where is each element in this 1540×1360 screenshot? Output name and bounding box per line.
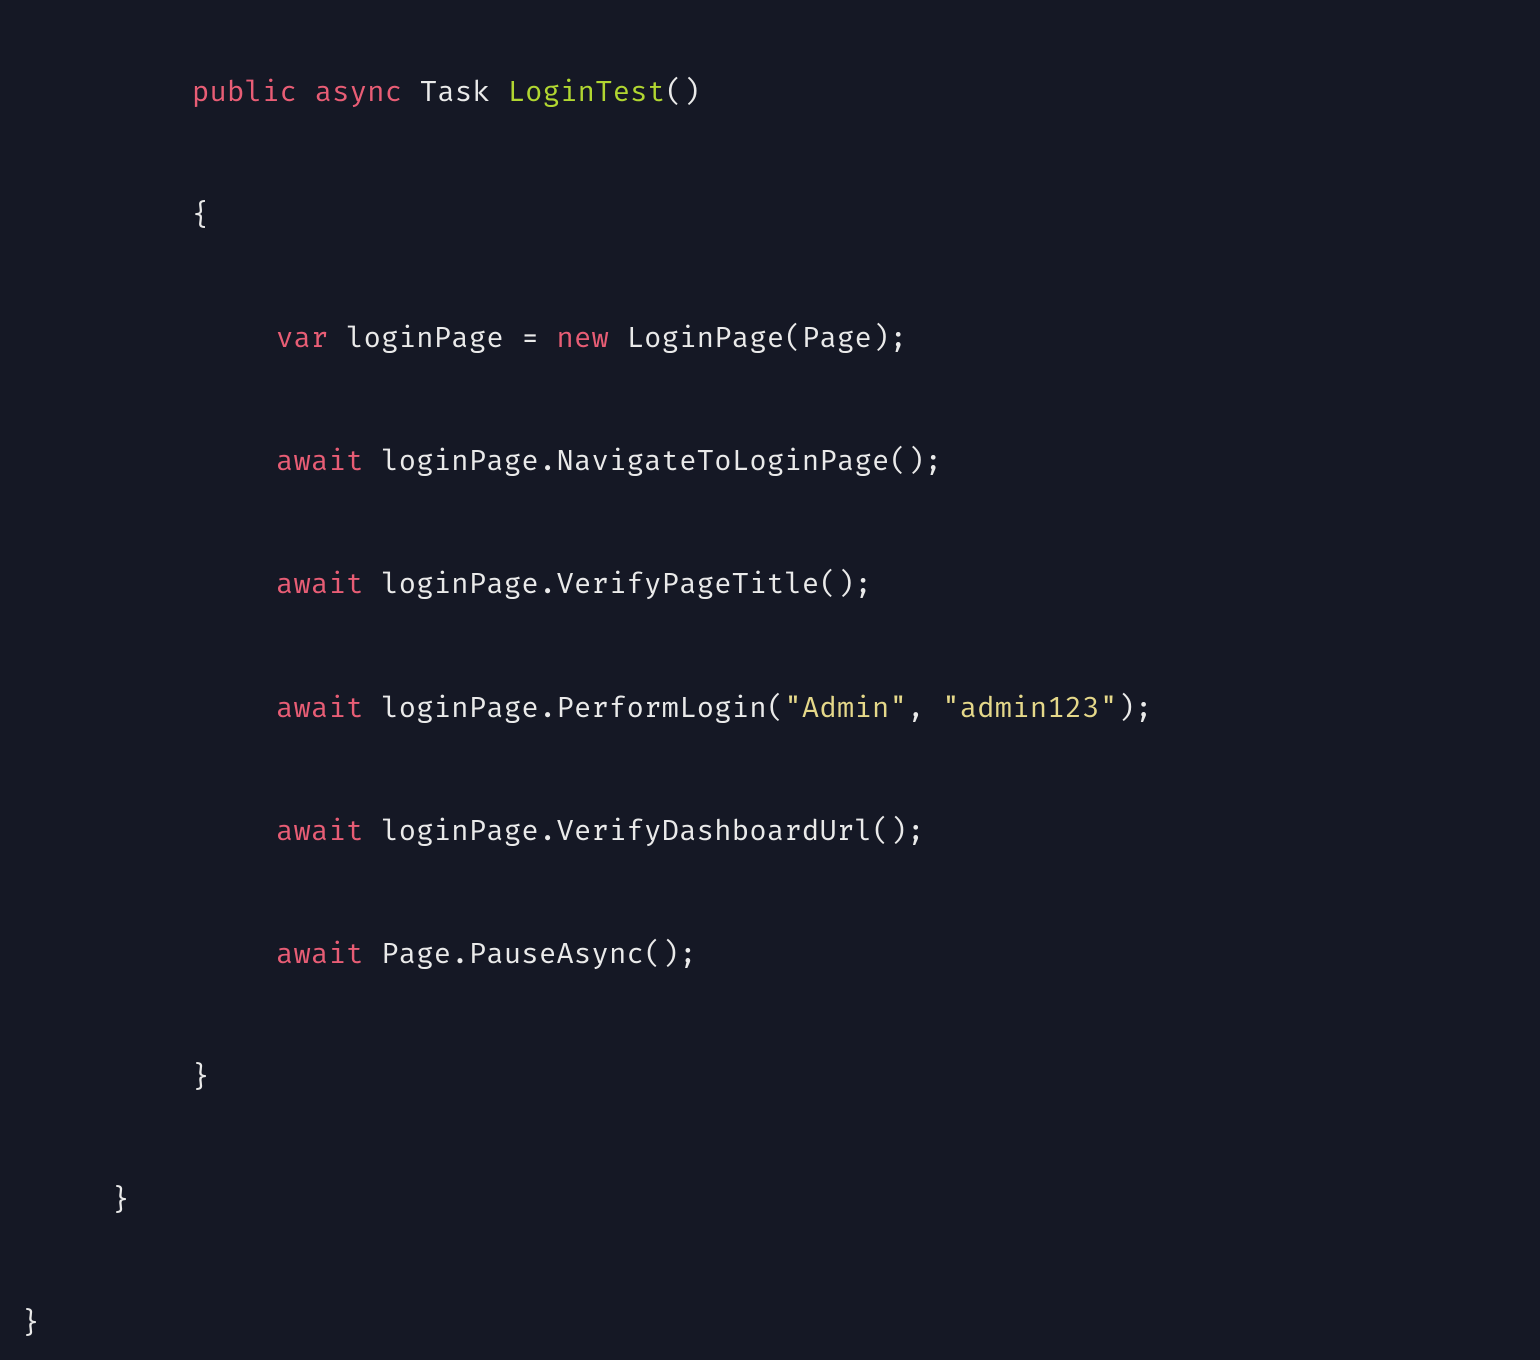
code-line: var loginPage = new LoginPage(Page); (0, 308, 1540, 370)
string-literal: "Admin" (784, 691, 907, 726)
paren-close: ); (1118, 691, 1153, 726)
dot: . (539, 444, 557, 479)
keyword-await: await (276, 814, 364, 849)
keyword-await: await (276, 937, 364, 972)
code-line: await Page.PauseAsync(); (0, 924, 1540, 986)
code-line: await loginPage.PerformLogin("Admin", "a… (0, 678, 1540, 740)
code-editor[interactable]: public async Task LoginTest() { var logi… (0, 0, 1540, 1360)
method-name: LoginTest (508, 75, 666, 110)
code-line: } (0, 1170, 1540, 1232)
comma: , (907, 691, 925, 726)
brace-close: } (112, 1183, 130, 1218)
constructor-name: LoginPage (627, 321, 785, 356)
paren-open: ( (784, 321, 802, 356)
keyword-await: await (276, 567, 364, 602)
code-line: await loginPage.VerifyPageTitle(); (0, 554, 1540, 616)
call-end: (); (890, 444, 943, 479)
method-call: PauseAsync (469, 937, 644, 972)
dot: . (451, 937, 469, 972)
code-line: } (0, 1047, 1540, 1109)
keyword-public: public (192, 75, 297, 110)
dot: . (539, 567, 557, 602)
object-ref: loginPage (381, 444, 539, 479)
method-call: VerifyDashboardUrl (557, 814, 873, 849)
call-end: (); (644, 937, 697, 972)
brace-close: } (22, 1306, 40, 1341)
keyword-var: var (276, 321, 329, 356)
dot: . (539, 691, 557, 726)
method-call: NavigateToLoginPage (557, 444, 890, 479)
object-ref: loginPage (381, 567, 539, 602)
method-call: PerformLogin (557, 691, 767, 726)
argument: Page (802, 321, 872, 356)
code-line: await loginPage.VerifyDashboardUrl(); (0, 801, 1540, 863)
keyword-new: new (557, 321, 610, 356)
keyword-async: async (315, 75, 403, 110)
object-ref: loginPage (381, 691, 539, 726)
call-end: (); (872, 814, 925, 849)
code-line: public async Task LoginTest() (0, 62, 1540, 124)
type-task: Task (420, 75, 490, 110)
call-end: (); (819, 567, 872, 602)
keyword-await: await (276, 691, 364, 726)
paren-close: ); (872, 321, 907, 356)
code-line: { (0, 185, 1540, 247)
paren-open: ( (767, 691, 785, 726)
string-literal: "admin123" (942, 691, 1117, 726)
dot: . (539, 814, 557, 849)
identifier-loginpage: loginPage (346, 321, 504, 356)
object-ref: Page (381, 937, 451, 972)
equals: = (521, 321, 539, 356)
brace-close: } (192, 1060, 210, 1095)
parentheses: () (665, 75, 700, 110)
code-line: } (0, 1293, 1540, 1355)
object-ref: loginPage (381, 814, 539, 849)
brace-open: { (192, 198, 210, 233)
method-call: VerifyPageTitle (557, 567, 820, 602)
code-line: await loginPage.NavigateToLoginPage(); (0, 431, 1540, 493)
keyword-await: await (276, 444, 364, 479)
